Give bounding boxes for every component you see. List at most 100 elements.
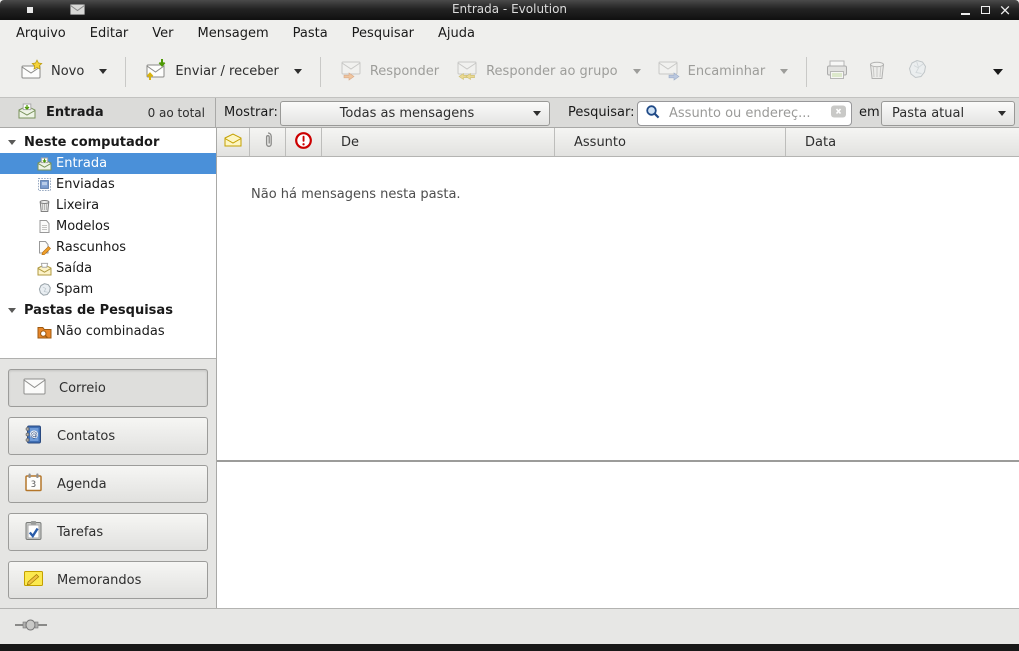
- tasks-icon: [23, 520, 44, 545]
- column-message-status[interactable]: [217, 128, 250, 156]
- menu-pasta[interactable]: Pasta: [281, 23, 340, 44]
- svg-text:3: 3: [31, 480, 36, 490]
- folder-label: Entrada: [56, 156, 107, 171]
- maximize-button[interactable]: [979, 3, 991, 17]
- empty-folder-text: Não há mensagens nesta pasta.: [217, 157, 1019, 202]
- new-mail-icon: [20, 58, 44, 86]
- send-receive-button[interactable]: Enviar / receber: [136, 52, 310, 92]
- window-title: Entrada - Evolution: [0, 2, 1019, 16]
- search-icon[interactable]: [645, 104, 661, 124]
- folder-label: Rascunhos: [56, 240, 126, 255]
- column-from-label: De: [322, 135, 359, 150]
- folder-entrada[interactable]: Entrada: [0, 153, 216, 174]
- menu-pesquisar[interactable]: Pesquisar: [340, 23, 426, 44]
- priority-icon: [294, 131, 313, 154]
- evolution-window: Entrada - Evolution × Arquivo Editar Ver…: [0, 0, 1019, 651]
- folder-enviadas[interactable]: Enviadas: [0, 174, 216, 195]
- folder-saida[interactable]: Saída: [0, 258, 216, 279]
- print-button[interactable]: [817, 52, 857, 92]
- send-receive-icon: [144, 58, 168, 86]
- reply-group-label: Responder ao grupo: [486, 64, 618, 79]
- toolbar-separator: [320, 57, 321, 87]
- show-filter-dropdown[interactable]: Todas as mensagens: [280, 101, 550, 126]
- search-label: Pesquisar:: [568, 98, 635, 127]
- junk-icon: [905, 58, 929, 86]
- switcher-label: Tarefas: [57, 525, 103, 540]
- column-subject[interactable]: Assunto: [555, 128, 786, 156]
- folder-modelos[interactable]: Modelos: [0, 216, 216, 237]
- close-button[interactable]: ×: [999, 3, 1011, 17]
- reply-button[interactable]: Responder: [331, 52, 447, 92]
- delete-button[interactable]: [857, 52, 897, 92]
- tree-group-this-computer[interactable]: Neste computador: [0, 132, 216, 153]
- column-attachment[interactable]: [250, 128, 286, 156]
- toolbar: Novo Enviar / receber Responder Responde…: [0, 46, 1019, 97]
- search-scope-dropdown[interactable]: Pasta atual: [881, 101, 1015, 126]
- contacts-icon: @: [23, 424, 44, 449]
- search-folder-icon: [36, 325, 52, 339]
- switcher-label: Correio: [59, 381, 106, 396]
- message-list-header: De Assunto Data: [217, 128, 1019, 157]
- column-subject-label: Assunto: [555, 135, 626, 150]
- reply-group-button[interactable]: Responder ao grupo: [447, 52, 649, 92]
- online-status-plug-icon[interactable]: [14, 617, 50, 637]
- folder-lixeira[interactable]: Lixeira: [0, 195, 216, 216]
- titlebar: Entrada - Evolution ×: [0, 0, 1019, 20]
- menu-arquivo[interactable]: Arquivo: [4, 23, 78, 44]
- reply-group-dropdown-arrow[interactable]: [633, 69, 641, 74]
- reply-icon: [339, 58, 363, 86]
- document-icon: [36, 219, 52, 234]
- current-folder-name: Entrada: [46, 105, 104, 120]
- folder-label: Modelos: [56, 219, 110, 234]
- column-priority[interactable]: [286, 128, 322, 156]
- component-switcher: Correio @ Contatos 3 Agenda Tarefas: [0, 360, 216, 608]
- expander-icon[interactable]: [8, 308, 16, 313]
- menu-ver[interactable]: Ver: [140, 23, 185, 44]
- menu-mensagem[interactable]: Mensagem: [186, 23, 281, 44]
- forward-dropdown-arrow[interactable]: [780, 69, 788, 74]
- switcher-memos-button[interactable]: Memorandos: [8, 561, 208, 599]
- calendar-icon: 3: [23, 472, 44, 497]
- folder-info: Entrada 0 ao total: [0, 98, 216, 127]
- folder-label: Saída: [56, 261, 92, 276]
- reply-button-label: Responder: [370, 64, 439, 79]
- folder-label: Não combinadas: [56, 324, 165, 339]
- send-receive-dropdown-arrow[interactable]: [294, 69, 302, 74]
- column-date[interactable]: Data: [786, 128, 1019, 156]
- message-pane: De Assunto Data Não há mensagens nesta p…: [217, 128, 1019, 608]
- show-filter-arrow: [533, 111, 541, 116]
- search-scope-value: Pasta atual: [882, 106, 998, 121]
- menu-editar[interactable]: Editar: [78, 23, 141, 44]
- sidebar: Neste computador Entrada Enviadas Lixeir…: [0, 128, 217, 608]
- forward-button-label: Encaminhar: [688, 64, 766, 79]
- new-dropdown-arrow[interactable]: [99, 69, 107, 74]
- reply-all-icon: [455, 58, 479, 86]
- switcher-contacts-button[interactable]: @ Contatos: [8, 417, 208, 455]
- switcher-calendar-button[interactable]: 3 Agenda: [8, 465, 208, 503]
- forward-button[interactable]: Encaminhar: [649, 52, 797, 92]
- column-from[interactable]: De: [322, 128, 555, 156]
- menu-ajuda[interactable]: Ajuda: [426, 23, 487, 44]
- search-scope-arrow: [998, 111, 1006, 116]
- folder-bar: Entrada 0 ao total Mostrar: Todas as men…: [0, 97, 1019, 128]
- switcher-mail-button[interactable]: Correio: [8, 369, 208, 407]
- folder-nao-combinadas[interactable]: Não combinadas: [0, 321, 216, 342]
- folder-rascunhos[interactable]: Rascunhos: [0, 237, 216, 258]
- show-label: Mostrar:: [224, 98, 278, 127]
- message-total-count: 0 ao total: [148, 106, 205, 120]
- folder-spam[interactable]: Spam: [0, 279, 216, 300]
- show-filter-value: Todas as mensagens: [281, 106, 533, 121]
- sent-stamp-icon: [36, 177, 52, 192]
- column-date-label: Data: [786, 135, 836, 150]
- expander-icon[interactable]: [8, 140, 16, 145]
- search-input[interactable]: [667, 105, 830, 122]
- minimize-button[interactable]: [959, 3, 971, 17]
- toolbar-overflow-button[interactable]: [993, 69, 1003, 75]
- new-button-label: Novo: [51, 64, 84, 79]
- switcher-tasks-button[interactable]: Tarefas: [8, 513, 208, 551]
- tree-group-search-folders[interactable]: Pastas de Pesquisas: [0, 300, 216, 321]
- outbox-icon: [36, 262, 52, 276]
- new-button[interactable]: Novo: [12, 52, 115, 92]
- search-clear-icon[interactable]: [830, 104, 847, 123]
- junk-button[interactable]: [897, 52, 937, 92]
